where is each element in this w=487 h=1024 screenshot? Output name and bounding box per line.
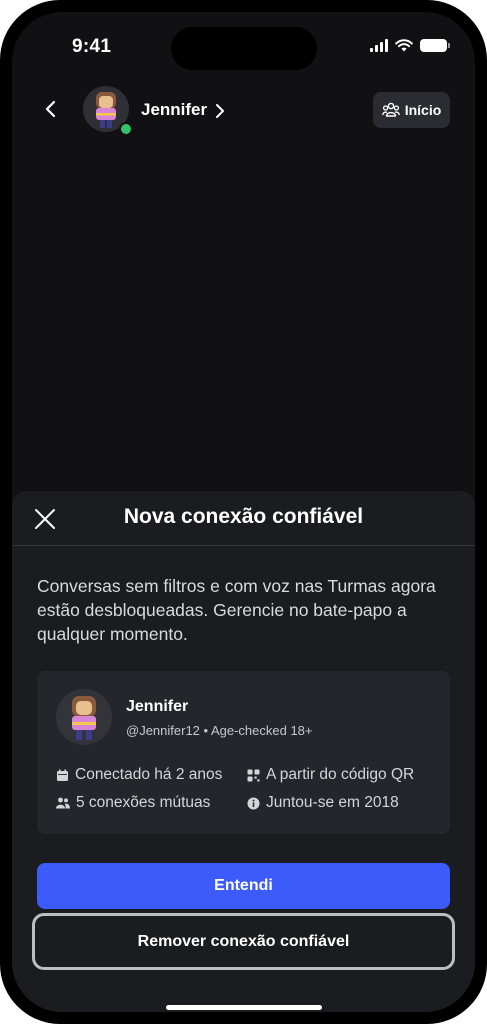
card-handle: @Jennifer12 • Age-checked 18+ — [126, 723, 313, 738]
home-indicator[interactable] — [166, 1005, 322, 1010]
sheet-title: Nova conexão confiável — [123, 505, 364, 528]
friends-icon — [381, 102, 400, 117]
meta-connected: Conectado há 2 anos — [56, 766, 222, 784]
cellular-signal-icon — [370, 39, 388, 52]
home-button-label: Início — [404, 102, 442, 118]
info-icon — [247, 797, 260, 809]
card-name: Jennifer — [126, 698, 189, 715]
meta-mutual: 5 conexões mútuas — [56, 794, 210, 812]
meta-joined-text: Juntou-se em 2018 — [266, 794, 399, 811]
sheet-description: Conversas sem filtros e com voz nas Turm… — [37, 576, 436, 644]
wifi-icon — [395, 39, 413, 52]
calendar-icon — [57, 769, 68, 781]
meta-source: A partir do código QR — [247, 766, 414, 784]
connection-card: Jennifer @Jennifer12 • Age-checked 18+ C… — [37, 671, 450, 834]
meta-joined: Juntou-se em 2018 — [247, 794, 399, 812]
card-avatar — [56, 689, 112, 745]
meta-connected-text: Conectado há 2 anos — [75, 766, 223, 783]
qr-code-icon — [247, 769, 260, 781]
meta-source-text: A partir do código QR — [266, 766, 415, 783]
got-it-button[interactable]: Entendi — [37, 863, 450, 909]
trusted-connection-sheet: Nova conexão confiável Conversas sem fil… — [12, 491, 475, 1012]
contact-name[interactable]: Jennifer — [141, 100, 207, 120]
contact-avatar[interactable] — [83, 86, 133, 136]
home-button[interactable]: Início — [373, 92, 450, 128]
status-icons — [370, 39, 450, 52]
divider — [12, 545, 475, 546]
back-chevron-icon[interactable] — [42, 100, 60, 118]
meta-mutual-text: 5 conexões mútuas — [76, 794, 211, 811]
people-icon — [56, 797, 70, 809]
avatar-character-icon — [72, 696, 96, 740]
online-status-dot — [119, 122, 133, 136]
dynamic-island — [171, 27, 317, 70]
screen: 9:41 Jennifer Início Nova conexão confiá… — [12, 12, 475, 1012]
status-time: 9:41 — [72, 36, 112, 57]
forward-chevron-icon[interactable] — [214, 103, 226, 119]
battery-icon — [420, 39, 450, 52]
phone-frame: 9:41 Jennifer Início Nova conexão confiá… — [0, 0, 487, 1024]
remove-trusted-connection-button[interactable]: Remover conexão confiável — [32, 913, 455, 970]
